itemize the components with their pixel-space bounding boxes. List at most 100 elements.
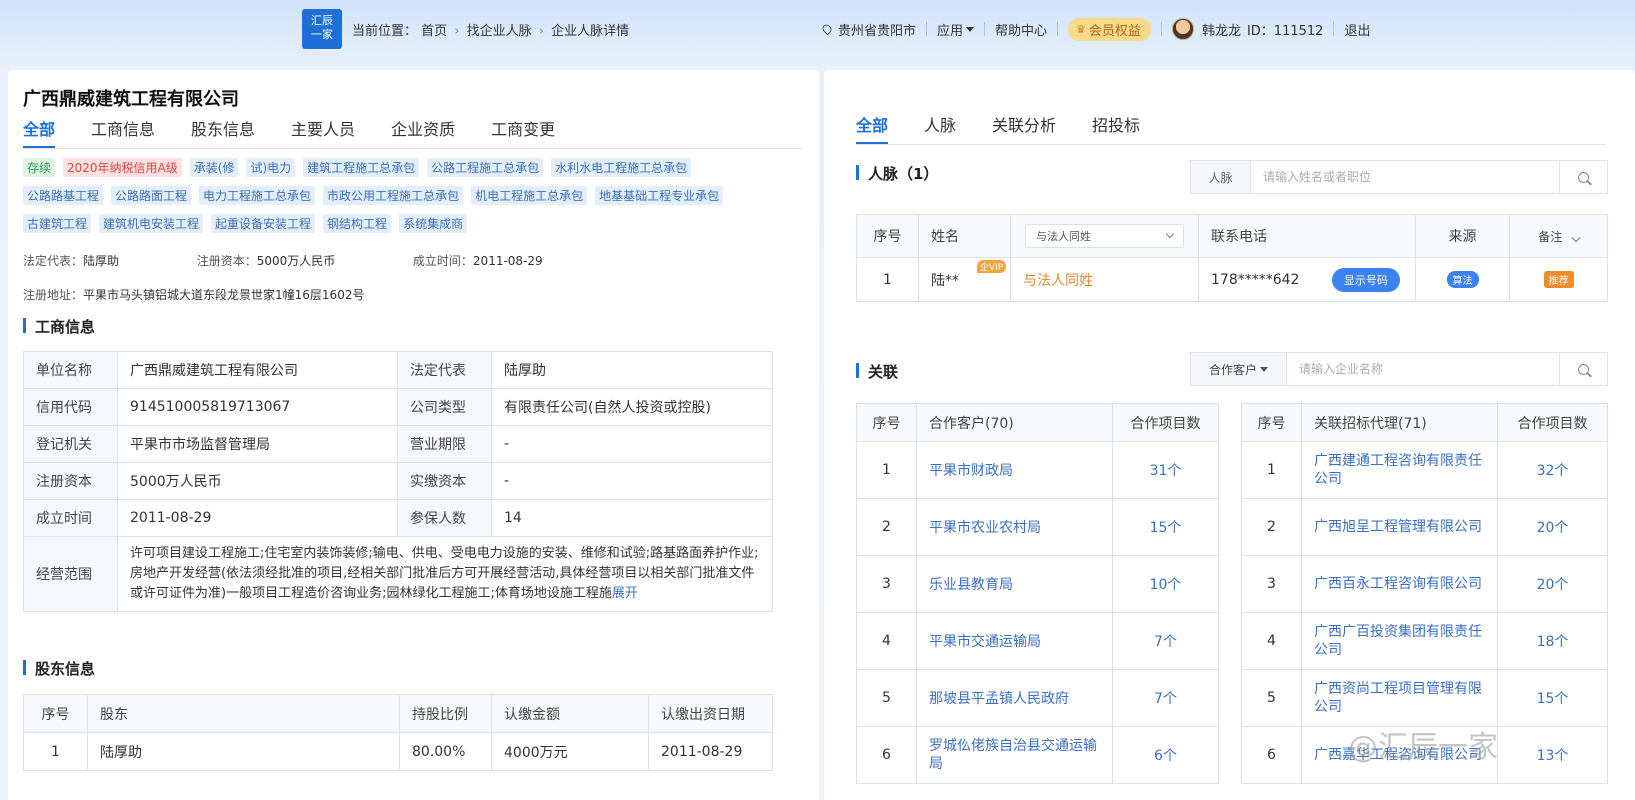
project-count-link[interactable]: 18个: [1537, 634, 1569, 650]
qualification-tag[interactable]: 机电工程施工总承包: [471, 186, 588, 205]
app-logo[interactable]: 汇辰 一家: [302, 9, 342, 49]
project-count-link[interactable]: 7个: [1154, 691, 1177, 707]
field-value: -: [491, 425, 773, 463]
qualification-tag[interactable]: 水利水电工程施工总承包: [551, 158, 692, 177]
row-number: 4: [1241, 612, 1302, 670]
tab-key-personnel[interactable]: 主要人员: [291, 116, 355, 148]
nav-divider: [984, 22, 986, 36]
project-count-link[interactable]: 13个: [1537, 748, 1569, 764]
agent-link[interactable]: 广西广百投资集团有限责任公司: [1314, 624, 1482, 658]
related-search-button[interactable]: [1559, 353, 1607, 385]
client-link[interactable]: 平果市财政局: [929, 463, 1013, 479]
help-center-link[interactable]: 帮助中心: [995, 20, 1047, 39]
show-number-button[interactable]: 显示号码: [1331, 267, 1400, 292]
related-search-type-value: 合作客户: [1208, 362, 1257, 377]
shareholder-name[interactable]: 陆厚助: [87, 732, 400, 771]
project-count-link[interactable]: 15个: [1537, 691, 1569, 707]
agent-link[interactable]: 广西建通工程咨询有限责任公司: [1314, 453, 1482, 487]
qualification-tag[interactable]: 市政公用工程施工总承包: [323, 186, 464, 205]
column-header: 关联招标代理(71): [1301, 403, 1498, 442]
project-count-link[interactable]: 6个: [1154, 748, 1177, 764]
table-row: 登记机关 平果市市场监督管理局 营业期限 -: [23, 425, 773, 463]
related-search-input[interactable]: [1287, 353, 1559, 385]
contact-name[interactable]: 陆**: [931, 273, 959, 289]
client-link[interactable]: 平果市农业农村局: [929, 520, 1041, 536]
relation-filter-cell: 与法人同姓: [1010, 214, 1199, 258]
qualification-tag[interactable]: 建筑机电安装工程: [99, 214, 204, 233]
avatar: [1171, 18, 1194, 40]
qualification-tag[interactable]: 地基基础工程专业承包: [595, 186, 724, 205]
tab-all[interactable]: 全部: [23, 116, 56, 148]
user-profile[interactable]: 韩龙龙 ID：111512: [1171, 18, 1323, 40]
company-address: 注册地址：平果市马头镇铝城大道东段龙景世家1幢16层1602号: [23, 286, 364, 303]
table-row: 1 广西建通工程咨询有限责任公司 32个: [1241, 441, 1608, 499]
tag-row: 公路路基工程 公路路面工程 电力工程施工总承包 市政公用工程施工总承包 机电工程…: [23, 186, 783, 205]
tag-row: 存续 2020年纳税信用A级 承装(修 试)电力 建筑工程施工总承包 公路工程施…: [23, 158, 783, 177]
qualification-tag[interactable]: 承装(修: [189, 158, 239, 177]
qualification-tag[interactable]: 建筑工程施工总承包: [303, 158, 420, 177]
breadcrumb-separator: ›: [538, 24, 545, 39]
column-header: 序号: [856, 214, 919, 258]
project-count-link[interactable]: 20个: [1537, 520, 1569, 536]
contacts-panel: 全部 人脉 关联分析 招投标 人脉（1） 人脉 序号 姓名 与法人同姓 联系电话…: [824, 70, 1635, 800]
company-summary: 法定代表：陆厚助 注册资本：5000万人民币 成立时间：2011-08-29: [23, 252, 543, 269]
project-count-link[interactable]: 10个: [1150, 577, 1182, 593]
tab-bidding[interactable]: 招投标: [1092, 112, 1140, 144]
qualification-tag[interactable]: 试)电力: [246, 158, 296, 177]
agent-link[interactable]: 广西资尚工程项目管理有限公司: [1314, 681, 1482, 715]
relation-filter-select[interactable]: 与法人同姓: [1025, 224, 1184, 248]
project-count-link[interactable]: 32个: [1537, 463, 1569, 479]
client-link[interactable]: 乐业县教育局: [929, 577, 1013, 593]
tab-qualifications[interactable]: 企业资质: [391, 116, 455, 148]
table-row: 2 平果市农业农村局 15个: [856, 498, 1219, 556]
contacts-search-button[interactable]: [1559, 161, 1607, 193]
qualification-tag[interactable]: 电力工程施工总承包: [199, 186, 316, 205]
client-link[interactable]: 那坡县平孟镇人民政府: [929, 691, 1069, 707]
qualification-tag[interactable]: 古建筑工程: [23, 214, 92, 233]
field-label: 信用代码: [23, 388, 118, 426]
qualification-tag[interactable]: 钢结构工程: [323, 214, 392, 233]
table-row: 1 陆厚助 80.00% 4000万元 2011-08-29: [23, 732, 773, 771]
location-selector[interactable]: 贵州省贵阳市: [820, 20, 916, 39]
breadcrumb-home[interactable]: 首页: [421, 24, 447, 39]
qualification-tag[interactable]: 起重设备安装工程: [211, 214, 316, 233]
expand-scope-link[interactable]: 展开: [612, 586, 638, 601]
tab-shareholders[interactable]: 股东信息: [191, 116, 255, 148]
agent-link[interactable]: 广西百永工程咨询有限公司: [1314, 576, 1482, 592]
apps-menu[interactable]: 应用: [937, 20, 975, 39]
vip-benefits-button[interactable]: ♛ 会员权益: [1068, 17, 1151, 41]
project-count-link[interactable]: 31个: [1150, 463, 1182, 479]
project-count-link[interactable]: 20个: [1537, 577, 1569, 593]
qualification-tag[interactable]: 系统集成商: [399, 214, 468, 233]
column-header: 股东: [87, 694, 400, 733]
project-count-link[interactable]: 15个: [1150, 520, 1182, 536]
row-number: 3: [1241, 555, 1302, 613]
table-row: 成立时间 2011-08-29 参保人数 14: [23, 499, 773, 537]
client-link[interactable]: 平果市交通运输局: [929, 634, 1041, 650]
tab-relation-analysis[interactable]: 关联分析: [992, 112, 1056, 144]
capital-label: 注册资本：: [196, 254, 257, 268]
table-header-row: 序号 合作客户(70) 合作项目数: [856, 403, 1219, 442]
apps-label: 应用: [937, 23, 964, 39]
remark-header-label: 备注: [1538, 229, 1563, 244]
breadcrumb-find-contacts[interactable]: 找企业人脉: [467, 24, 532, 39]
column-header: 合作项目数: [1497, 403, 1608, 442]
logout-link[interactable]: 退出: [1344, 20, 1370, 39]
related-search-type-select[interactable]: 合作客户: [1191, 353, 1287, 385]
qualification-tag[interactable]: 公路路面工程: [111, 186, 192, 205]
row-number: 1: [23, 732, 88, 771]
tab-business-info[interactable]: 工商信息: [91, 116, 155, 148]
tab-all[interactable]: 全部: [856, 112, 889, 144]
help-label: 帮助中心: [995, 23, 1048, 39]
qualification-tag[interactable]: 公路路基工程: [23, 186, 104, 205]
qualification-tag[interactable]: 公路工程施工总承包: [427, 158, 544, 177]
remark-header[interactable]: 备注: [1509, 214, 1608, 258]
project-count-link[interactable]: 7个: [1154, 634, 1177, 650]
tab-contacts[interactable]: 人脉: [924, 112, 956, 144]
tab-business-changes[interactable]: 工商变更: [491, 116, 555, 148]
contacts-search-input[interactable]: [1251, 161, 1559, 193]
agent-link[interactable]: 广西旭呈工程管理有限公司: [1314, 519, 1482, 535]
client-link[interactable]: 罗城仫佬族自治县交通运输局: [929, 738, 1097, 772]
location-pin-icon: [820, 22, 834, 36]
subscribed-amount: 4000万元: [491, 732, 649, 771]
